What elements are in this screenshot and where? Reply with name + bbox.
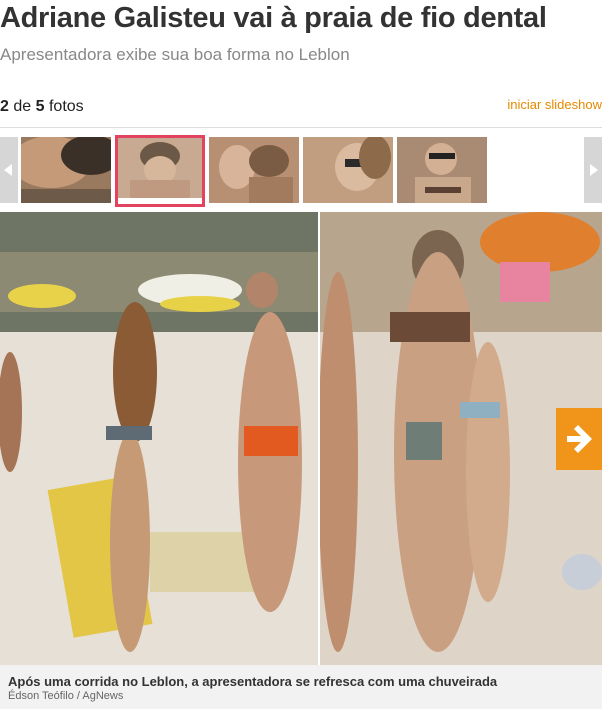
photo-counter: 2 de 5 fotos — [0, 98, 84, 116]
thumbnail-5[interactable] — [397, 137, 487, 203]
chevron-left-icon — [4, 164, 12, 176]
thumbnails-next-button[interactable] — [584, 137, 602, 203]
current-photo-number: 2 — [0, 98, 9, 115]
counter-separator: de — [13, 98, 32, 115]
photo-thumbnail-2 — [118, 138, 202, 198]
thumbnail-2[interactable] — [115, 135, 205, 207]
photo-thumbnail-1 — [21, 137, 111, 203]
photo-thumbnail-3 — [209, 137, 299, 203]
photo-credit: Édson Teófilo / AgNews — [8, 690, 124, 702]
page-title: Adriane Galisteu vai à praia de fio dent… — [0, 2, 547, 34]
photo-thumbnail-5 — [397, 137, 487, 203]
divider — [0, 127, 602, 128]
beach-photo-left — [0, 212, 318, 665]
thumbnail-4[interactable] — [303, 137, 393, 203]
arrow-right-icon — [567, 425, 592, 453]
thumbnails-prev-button[interactable] — [0, 137, 18, 203]
caption-bar: Após uma corrida no Leblon, a apresentad… — [0, 665, 602, 709]
next-photo-button[interactable] — [556, 408, 602, 470]
start-slideshow-link[interactable]: iniciar slideshow — [507, 97, 602, 112]
photo-caption: Após uma corrida no Leblon, a apresentad… — [8, 674, 498, 689]
counter-suffix: fotos — [48, 98, 84, 115]
thumbnail-1[interactable] — [21, 137, 111, 203]
main-photo-left — [0, 212, 318, 665]
total-photo-number: 5 — [35, 98, 45, 115]
photo-thumbnail-4 — [303, 137, 393, 203]
page-subtitle: Apresentadora exibe sua boa forma no Leb… — [0, 45, 350, 64]
thumbnail-strip — [0, 135, 602, 207]
chevron-right-icon — [590, 164, 598, 176]
thumbnail-3[interactable] — [209, 137, 299, 203]
